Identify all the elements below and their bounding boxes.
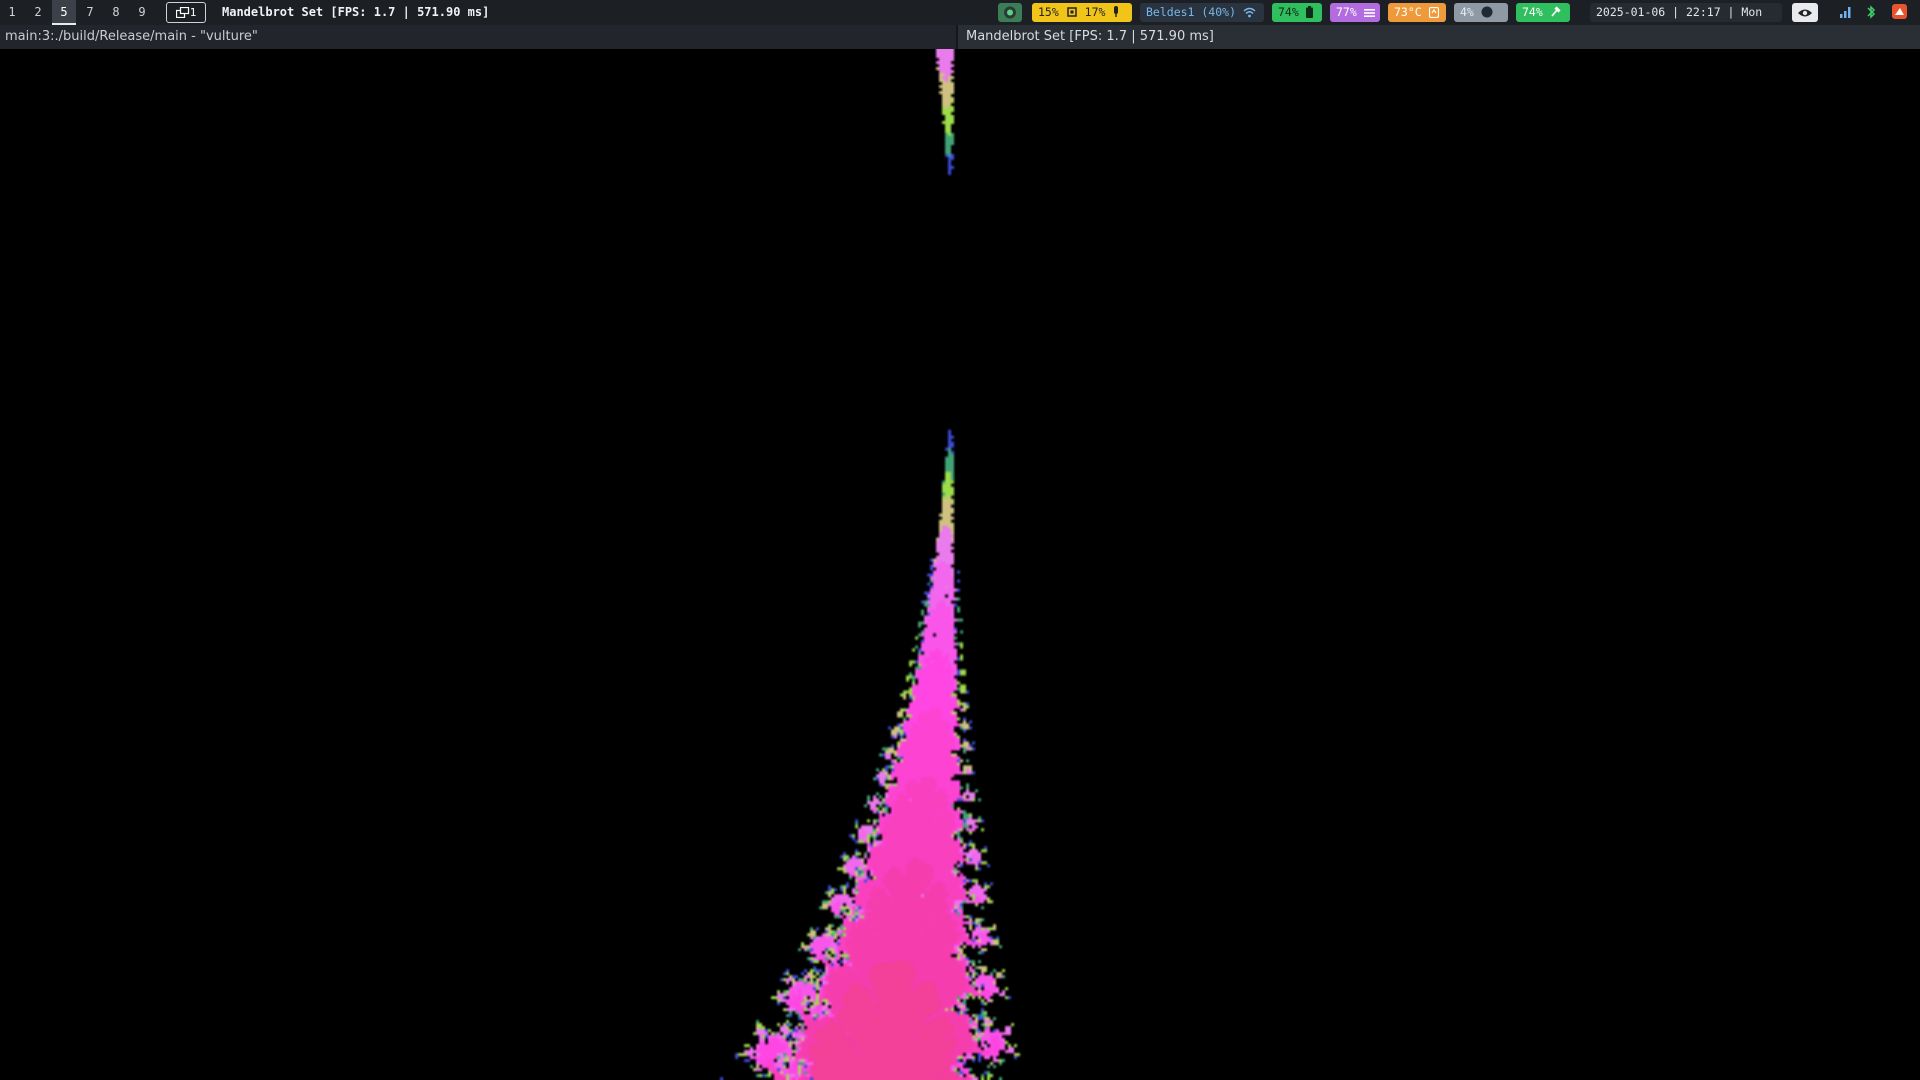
mic-level: 17% bbox=[1084, 5, 1113, 19]
record-icon bbox=[1004, 6, 1016, 19]
brightness-level: 4% bbox=[1460, 5, 1481, 19]
workspace-7[interactable]: 7 bbox=[78, 0, 102, 25]
top-status-bar: 1 2 5 7 8 9 1 Mandelbrot Set [FPS: 1.7 |… bbox=[0, 0, 1920, 25]
signal-icon[interactable] bbox=[1840, 6, 1852, 18]
workspace-1[interactable]: 1 bbox=[0, 0, 24, 25]
workspace-5[interactable]: 5 bbox=[52, 0, 76, 25]
workspace-8[interactable]: 8 bbox=[104, 0, 128, 25]
datetime-widget[interactable]: 2025-01-06 | 22:17 | Mon bbox=[1590, 3, 1782, 22]
layout-indicator-button[interactable]: 1 bbox=[166, 2, 206, 23]
layout-count: 1 bbox=[189, 6, 197, 19]
app-icon[interactable] bbox=[1892, 4, 1907, 19]
cpu-temperature: 73°C bbox=[1394, 5, 1429, 19]
wifi-status: Beldes1 (40%) bbox=[1146, 5, 1243, 19]
window-title-bar: main:3:./build/Release/main - "vulture" … bbox=[0, 25, 1920, 49]
microphone-icon bbox=[1114, 6, 1119, 17]
network-widget[interactable]: Beldes1 (40%) bbox=[1140, 3, 1264, 22]
cpu-icon bbox=[1066, 7, 1077, 17]
workspace-9[interactable]: 9 bbox=[130, 0, 154, 25]
brightness-widget[interactable]: 4% bbox=[1454, 3, 1508, 22]
cpu-usage: 15% bbox=[1038, 5, 1066, 19]
battery-icon bbox=[1305, 6, 1313, 18]
tray-eye-button[interactable] bbox=[1792, 3, 1818, 22]
memory-icon bbox=[1363, 9, 1375, 17]
battery-widget[interactable]: 74% bbox=[1272, 3, 1322, 22]
brightness-icon bbox=[1481, 6, 1493, 18]
bluetooth-icon[interactable] bbox=[1866, 5, 1876, 19]
record-button[interactable] bbox=[998, 3, 1022, 22]
temperature-widget[interactable]: 73°C bbox=[1388, 3, 1446, 22]
windows-icon bbox=[175, 6, 189, 19]
wifi-icon bbox=[1243, 7, 1256, 18]
datetime-text: 2025-01-06 | 22:17 | Mon bbox=[1596, 5, 1763, 19]
battery-level: 74% bbox=[1278, 5, 1306, 19]
cpu-mic-widget[interactable]: 15% 17% bbox=[1032, 3, 1132, 22]
fractal-window-title-text: Mandelbrot Set [FPS: 1.7 | 571.90 ms] bbox=[966, 29, 1214, 44]
plug-icon bbox=[1551, 6, 1561, 17]
power-widget[interactable]: 74% bbox=[1516, 3, 1570, 22]
eye-icon bbox=[1798, 9, 1812, 17]
thermometer-icon bbox=[1428, 6, 1439, 19]
power-level: 74% bbox=[1522, 5, 1550, 19]
memory-usage: 77% bbox=[1336, 5, 1364, 19]
mandelbrot-viewport[interactable] bbox=[0, 49, 1920, 1080]
workspace-2[interactable]: 2 bbox=[26, 0, 50, 25]
fractal-window-title[interactable]: Mandelbrot Set [FPS: 1.7 | 571.90 ms] bbox=[958, 25, 1920, 49]
terminal-window-title[interactable]: main:3:./build/Release/main - "vulture" bbox=[5, 25, 258, 49]
memory-widget[interactable]: 77% bbox=[1330, 3, 1380, 22]
active-window-title: Mandelbrot Set [FPS: 1.7 | 571.90 ms] bbox=[222, 5, 490, 19]
mandelbrot-canvas[interactable] bbox=[0, 49, 1920, 1080]
